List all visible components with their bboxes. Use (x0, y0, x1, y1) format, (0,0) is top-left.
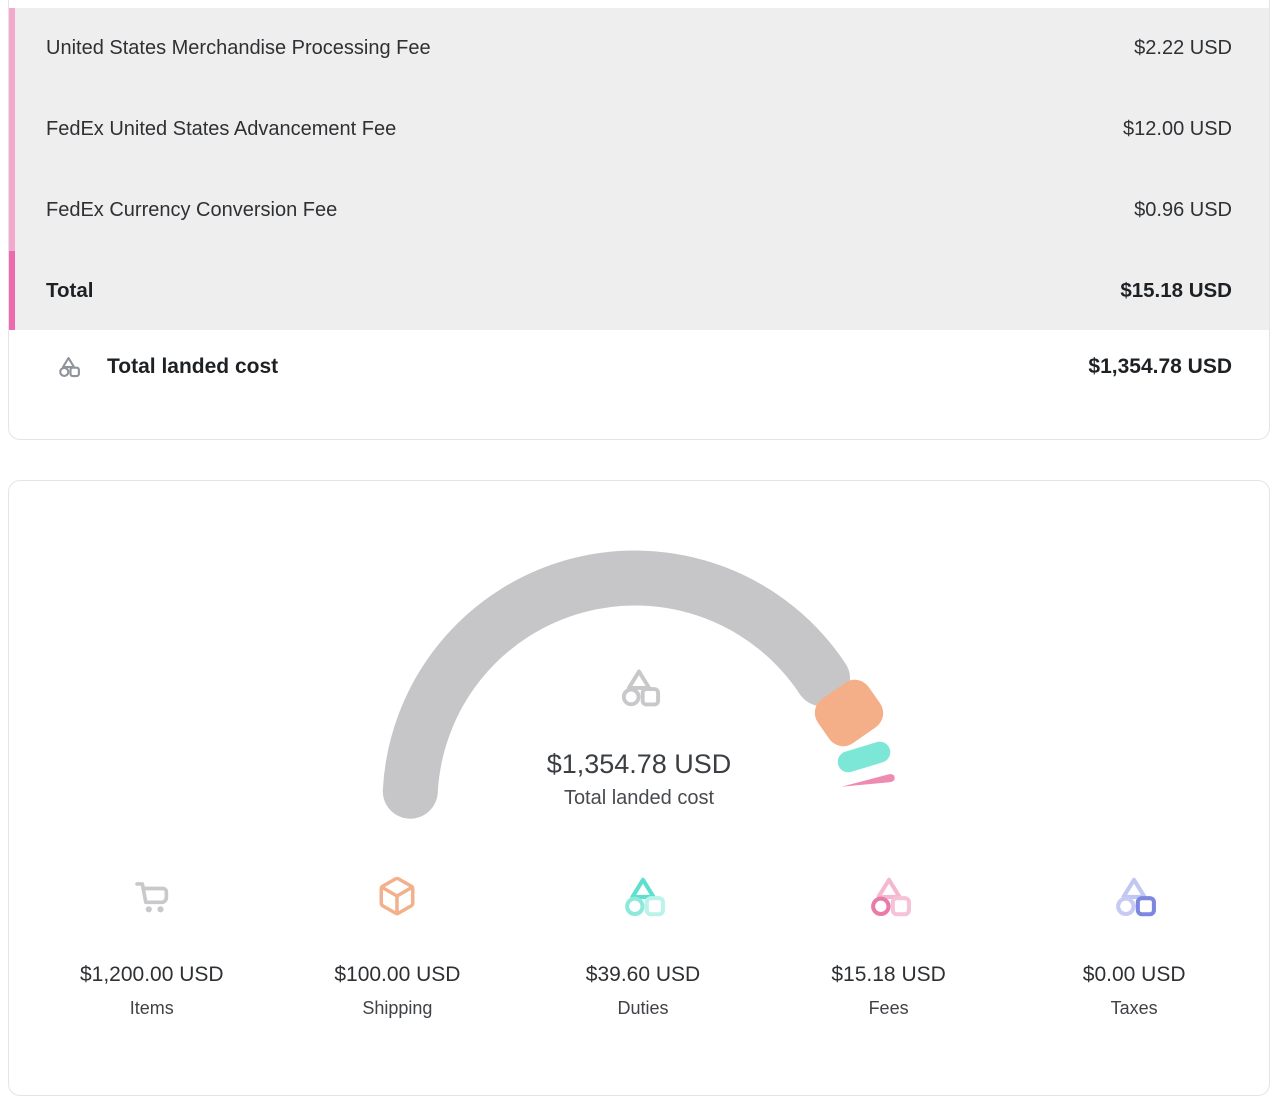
triangle-shape (1124, 880, 1145, 897)
fee-row-currency-conversion: FedEx Currency Conversion Fee $0.96 USD (9, 170, 1269, 251)
fee-row-merchandise-processing: United States Merchandise Processing Fee… (9, 8, 1269, 89)
legend-taxes: $0.00 USD Taxes (1011, 872, 1257, 1019)
legend-label: Duties (617, 998, 668, 1019)
legend-duties: $39.60 USD Duties (520, 872, 766, 1019)
box-icon-svg (376, 875, 418, 917)
square-shape (892, 898, 908, 914)
square-shape (647, 898, 663, 914)
legend-label: Fees (869, 998, 909, 1019)
circle-shape (1118, 899, 1133, 914)
fee-total-amount: $15.18 USD (1120, 279, 1232, 303)
legend-fees: $15.18 USD Fees (766, 872, 1012, 1019)
gauge-legend: $1,200.00 USD Items $100.00 USD Shipping (29, 872, 1257, 1019)
triangle-shape (632, 880, 653, 897)
legend-label: Taxes (1111, 998, 1158, 1019)
shapes-icon-duties (619, 872, 667, 920)
triangle-shape (63, 358, 74, 367)
cart-icon-svg (129, 873, 175, 919)
legend-label: Shipping (362, 998, 432, 1019)
total-landed-cost-row: Total landed cost $1,354.78 USD (9, 330, 1269, 379)
fee-row-advancement: FedEx United States Advancement Fee $12.… (9, 89, 1269, 170)
shapes-icon-svg (1110, 872, 1158, 920)
circle-shape (873, 899, 888, 914)
cart-body (137, 884, 166, 902)
triangle-shape (878, 880, 899, 897)
fee-table: United States Merchandise Processing Fee… (9, 8, 1269, 330)
cart-icon (129, 872, 175, 920)
fee-label: FedEx Currency Conversion Fee (46, 199, 337, 222)
legend-amount: $100.00 USD (334, 963, 460, 987)
square-shape (1138, 898, 1154, 914)
fee-amount: $2.22 USD (1134, 37, 1232, 60)
fee-amount: $12.00 USD (1123, 118, 1232, 141)
shapes-icon-taxes (1110, 872, 1158, 920)
fee-total-row: Total $15.18 USD (9, 251, 1269, 330)
shapes-icon-fees (865, 872, 913, 920)
fee-amount: $0.96 USD (1134, 199, 1232, 222)
shapes-icon-svg (619, 872, 667, 920)
box-outline (382, 879, 414, 914)
fee-label: FedEx United States Advancement Fee (46, 118, 396, 141)
triangle-shape (629, 671, 649, 687)
cart-wheel-left (145, 906, 151, 912)
legend-amount: $1,200.00 USD (80, 963, 224, 987)
square-shape (71, 368, 79, 376)
legend-shipping: $100.00 USD Shipping (275, 872, 521, 1019)
legend-amount: $0.00 USD (1083, 963, 1186, 987)
square-shape (643, 689, 658, 704)
legend-label: Items (130, 998, 174, 1019)
shapes-icon (616, 664, 662, 710)
legend-amount: $15.18 USD (831, 963, 945, 987)
box-icon (376, 872, 418, 920)
gauge-center: $1,354.78 USD Total landed cost (9, 664, 1269, 810)
gauge-total-label: Total landed cost (9, 787, 1269, 810)
total-landed-cost-amount: $1,354.78 USD (1088, 355, 1232, 379)
landed-cost-page: United States Merchandise Processing Fee… (0, 0, 1280, 1106)
shapes-icon (56, 354, 81, 379)
shapes-icon-svg (865, 872, 913, 920)
legend-amount: $39.60 USD (586, 963, 700, 987)
fee-label: United States Merchandise Processing Fee (46, 37, 431, 60)
fee-total-label: Total (46, 279, 93, 303)
circle-shape (60, 368, 68, 376)
circle-shape (624, 690, 639, 705)
landed-cost-chart-card: $1,354.78 USD Total landed cost $1,200.0… (8, 480, 1270, 1096)
legend-items: $1,200.00 USD Items (29, 872, 275, 1019)
gauge-total-amount: $1,354.78 USD (9, 749, 1269, 780)
total-landed-cost-label: Total landed cost (107, 355, 278, 379)
circle-shape (627, 899, 642, 914)
cart-wheel-right (157, 906, 163, 912)
fees-card: United States Merchandise Processing Fee… (8, 0, 1270, 440)
shapes-icon-svg (56, 354, 81, 379)
